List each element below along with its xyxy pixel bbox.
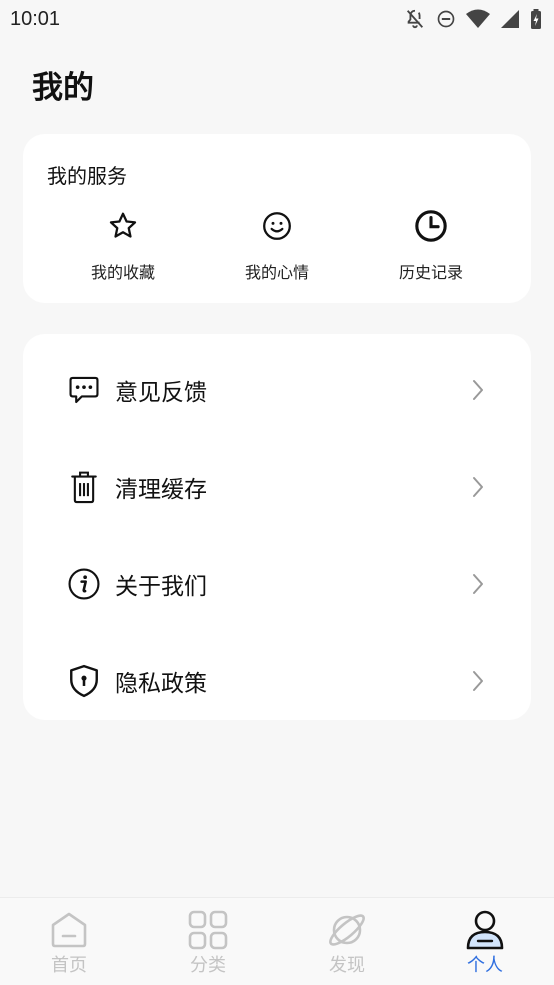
status-time: 10:01: [10, 7, 61, 30]
tab-label: 分类: [190, 955, 226, 976]
services-title: 我的服务: [47, 164, 127, 188]
grid-icon: [188, 910, 228, 950]
menu-item-label: 隐私政策: [115, 671, 207, 697]
tab-category[interactable]: 分类: [158, 898, 258, 985]
shield-icon: [70, 664, 98, 698]
menu-item-about-us[interactable]: 关于我们: [23, 554, 531, 614]
tab-label: 个人: [467, 955, 503, 976]
menu-item-feedback[interactable]: 意见反馈: [23, 360, 531, 420]
bottom-tab-bar: 首页 分类 发现 个人: [0, 897, 554, 985]
menu-item-label: 意见反馈: [115, 380, 207, 406]
wifi-icon: [466, 9, 490, 28]
info-icon: [68, 568, 100, 600]
do-not-disturb-icon: [437, 10, 455, 28]
tab-discover[interactable]: 发现: [297, 898, 397, 985]
person-icon: [466, 910, 504, 950]
cellular-signal-icon: [501, 10, 519, 28]
menu-item-privacy-policy[interactable]: 隐私政策: [23, 651, 531, 711]
chevron-right-icon: [473, 477, 483, 497]
tab-label: 首页: [51, 955, 87, 976]
trash-icon: [71, 471, 97, 504]
battery-charging-icon: [531, 9, 541, 29]
chevron-right-icon: [473, 380, 483, 400]
tab-home[interactable]: 首页: [19, 898, 119, 985]
service-history[interactable]: 历史记录: [366, 208, 496, 288]
services-card: 我的服务 我的收藏 我的心情 历史记录: [23, 134, 531, 303]
menu-item-label: 清理缓存: [115, 477, 207, 503]
status-bar: 10:01: [0, 0, 554, 38]
feedback-chat-icon: [69, 376, 99, 404]
smiley-icon: [263, 212, 291, 240]
planet-icon: [329, 914, 365, 946]
chevron-right-icon: [473, 574, 483, 594]
home-icon: [51, 912, 87, 948]
page-title: 我的: [32, 70, 94, 106]
chevron-right-icon: [473, 671, 483, 691]
menu-item-clear-cache[interactable]: 清理缓存: [23, 457, 531, 517]
status-icons: [404, 8, 542, 30]
menu-item-label: 关于我们: [115, 574, 207, 600]
service-mood[interactable]: 我的心情: [212, 208, 342, 288]
settings-menu-card: 意见反馈 清理缓存 关于我们 隐私政策: [23, 334, 531, 720]
tab-label: 发现: [329, 955, 365, 976]
service-label: 我的收藏: [90, 263, 155, 282]
service-label: 历史记录: [398, 263, 463, 282]
star-icon: [109, 212, 137, 238]
tab-personal[interactable]: 个人: [435, 898, 535, 985]
service-label: 我的心情: [244, 263, 309, 282]
service-favorites[interactable]: 我的收藏: [58, 208, 188, 288]
notifications-off-icon: [406, 9, 424, 29]
clock-icon: [415, 210, 447, 242]
